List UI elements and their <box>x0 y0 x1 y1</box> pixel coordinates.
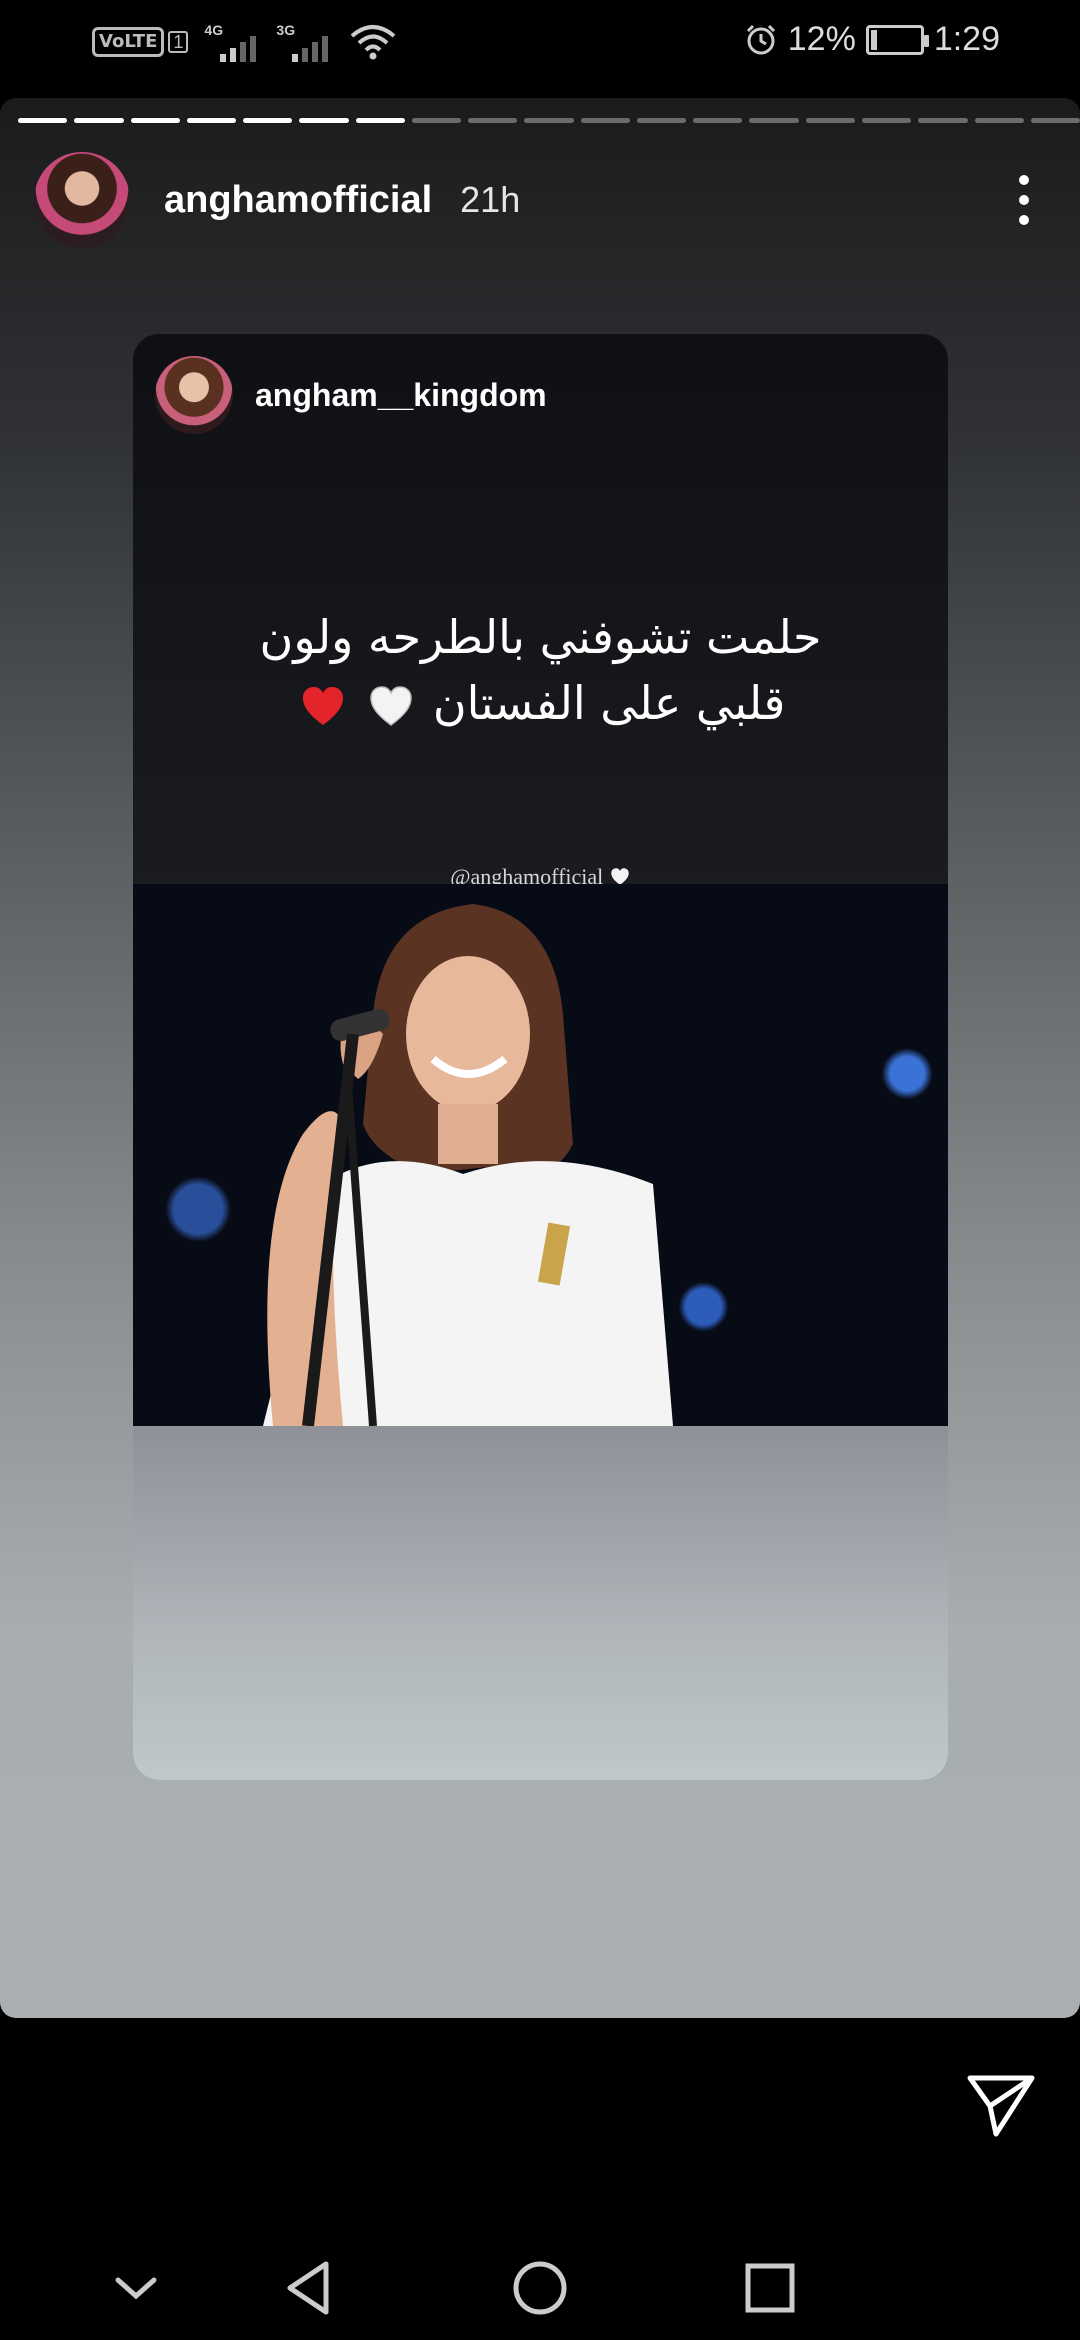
wifi-icon <box>351 25 396 60</box>
progress-segment <box>805 118 855 123</box>
shared-post-card[interactable]: angham__kingdom حلمت تشوفني بالطرحه ولون… <box>133 334 948 1780</box>
caption-line-2-text: قلبي على الفستان <box>432 676 786 730</box>
caption-line-2: قلبي على الفستان <box>133 670 948 736</box>
progress-segment <box>580 118 630 123</box>
progress-segment <box>186 118 237 123</box>
signal-icon-2: 3G <box>276 22 332 62</box>
chevron-down-icon[interactable] <box>104 2256 168 2320</box>
story-time-ago: 21h <box>460 179 521 220</box>
progress-segment <box>468 118 518 123</box>
progress-segment <box>243 118 293 123</box>
progress-segment <box>299 118 349 123</box>
post-author-username[interactable]: angham__kingdom <box>255 377 547 414</box>
more-options-button[interactable] <box>1004 170 1044 230</box>
status-bar: VoLTE 1 4G 3G 12% 1:29 <box>0 0 1080 90</box>
caption-line-1: حلمت تشوفني بالطرحه ولون <box>259 610 822 664</box>
progress-segment <box>636 118 687 123</box>
progress-segment <box>18 118 68 123</box>
progress-segment <box>411 118 462 123</box>
system-navigation-bar <box>0 2232 1080 2340</box>
white-heart-icon <box>370 685 413 726</box>
battery-icon <box>865 24 929 55</box>
progress-segment <box>130 118 180 123</box>
singer-photo-illustration <box>263 904 673 1426</box>
battery-fill <box>870 29 878 50</box>
alarm-icon <box>746 24 775 54</box>
story-header: anghamofficial 21h <box>34 150 1044 250</box>
signal-icon: 4G <box>204 22 260 62</box>
progress-segment <box>861 118 912 123</box>
post-photo[interactable] <box>133 884 948 1426</box>
progress-segment <box>693 118 743 123</box>
more-vertical-icon <box>1019 175 1029 185</box>
volte-label: VoLTE <box>92 27 165 57</box>
volte-indicator: VoLTE 1 <box>92 27 189 57</box>
progress-segment <box>749 118 799 123</box>
author-username[interactable]: anghamofficial <box>164 179 432 222</box>
red-heart-icon <box>302 686 343 725</box>
post-author-avatar[interactable] <box>155 356 233 434</box>
clock: 1:29 <box>933 20 1000 58</box>
progress-segment <box>74 118 124 123</box>
progress-segment <box>974 118 1024 123</box>
post-header: angham__kingdom <box>155 356 547 434</box>
author-avatar[interactable] <box>34 152 130 248</box>
progress-segment <box>355 118 405 123</box>
progress-segment <box>524 118 574 123</box>
progress-segment <box>918 118 968 123</box>
story-progress-bar <box>18 118 1080 124</box>
status-left: VoLTE 1 4G 3G <box>92 22 398 62</box>
sim-number: 1 <box>168 31 189 53</box>
status-right: 12% 1:29 <box>744 20 1000 59</box>
post-caption: حلمت تشوفني بالطرحه ولون قلبي على الفستا… <box>133 604 948 736</box>
battery-percent: 12% <box>787 20 856 58</box>
back-icon[interactable] <box>278 2256 342 2320</box>
send-icon[interactable] <box>966 2072 1036 2138</box>
home-icon[interactable] <box>508 2256 572 2320</box>
recents-icon[interactable] <box>738 2256 802 2320</box>
story-viewer[interactable]: anghamofficial 21h angham__kingdom حلمت … <box>0 98 1080 2018</box>
post-background-lower <box>133 1426 948 1780</box>
progress-segment <box>1030 118 1080 123</box>
